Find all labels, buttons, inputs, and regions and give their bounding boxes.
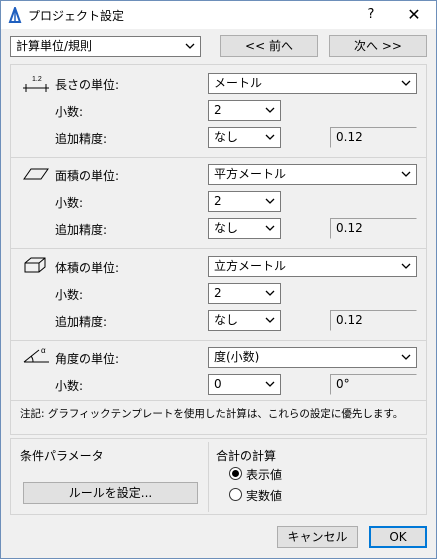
section-select[interactable]: 計算単位/規則 xyxy=(10,36,201,57)
area-extra-precision-select[interactable]: なし xyxy=(208,218,281,239)
volume-unit-label: 体積の単位: xyxy=(55,261,120,275)
section-select-value: 計算単位/規則 xyxy=(16,39,93,53)
length-extra-precision-value: なし xyxy=(214,130,239,144)
totals-label: 合計の計算 xyxy=(216,449,277,463)
divider xyxy=(11,340,426,341)
length-icon-text: 1.2 xyxy=(32,76,42,83)
length-extra-precision-select[interactable]: なし xyxy=(208,127,281,148)
length-unit-select[interactable]: メートル xyxy=(208,73,417,94)
chevron-down-icon xyxy=(265,198,275,204)
area-decimals-value: 2 xyxy=(214,194,222,208)
radio-display-value[interactable] xyxy=(229,467,242,480)
area-extra-precision-label: 追加精度: xyxy=(55,223,108,237)
chevron-down-icon xyxy=(265,107,275,113)
chevron-down-icon xyxy=(401,171,411,177)
volume-unit-select[interactable]: 立方メートル xyxy=(208,256,417,277)
volume-unit-icon xyxy=(24,257,46,273)
volume-decimals-select[interactable]: 2 xyxy=(208,283,281,304)
chevron-down-icon xyxy=(265,381,275,387)
ok-button[interactable]: OK xyxy=(369,526,427,548)
length-decimals-label: 小数: xyxy=(55,105,84,119)
radio-actual-value[interactable] xyxy=(229,488,242,501)
title-bar: プロジェクト設定 ? ✕ xyxy=(1,1,436,29)
volume-extra-precision-select[interactable]: なし xyxy=(208,310,281,331)
vertical-divider xyxy=(208,442,209,512)
close-button[interactable]: ✕ xyxy=(399,3,429,27)
area-unit-label: 面積の単位: xyxy=(55,169,120,183)
volume-extra-precision-label: 追加精度: xyxy=(55,315,108,329)
area-unit-icon xyxy=(23,168,49,180)
volume-extra-precision-value: なし xyxy=(214,313,239,327)
angle-preview: 0° xyxy=(330,374,417,395)
area-decimals-label: 小数: xyxy=(55,196,84,210)
area-unit-value: 平方メートル xyxy=(214,167,287,181)
area-unit-select[interactable]: 平方メートル xyxy=(208,164,417,185)
length-decimals-value: 2 xyxy=(214,103,222,117)
volume-decimals-label: 小数: xyxy=(55,288,84,302)
chevron-down-icon xyxy=(401,354,411,360)
area-preview: 0.12 xyxy=(330,218,417,239)
dialog-window: プロジェクト設定 ? ✕ 計算単位/規則 << 前へ 次へ >> 1.2 長さの… xyxy=(0,0,437,559)
next-button[interactable]: 次へ >> xyxy=(329,35,427,57)
divider xyxy=(11,157,426,158)
chevron-down-icon xyxy=(185,43,195,49)
note-text: 注記: グラフィックテンプレートを使用した計算は、これらの設定に優先します。 xyxy=(20,408,404,420)
window-title: プロジェクト設定 xyxy=(28,9,125,23)
chevron-down-icon xyxy=(401,80,411,86)
volume-decimals-value: 2 xyxy=(214,286,222,300)
angle-decimals-value: 0 xyxy=(214,377,222,391)
volume-preview: 0.12 xyxy=(330,310,417,331)
radio-actual-value-label[interactable]: 実数値 xyxy=(246,487,282,504)
divider xyxy=(11,248,426,249)
length-extra-precision-label: 追加精度: xyxy=(55,132,108,146)
divider xyxy=(11,400,426,401)
angle-decimals-select[interactable]: 0 xyxy=(208,374,281,395)
chevron-down-icon xyxy=(265,317,275,323)
prev-button[interactable]: << 前へ xyxy=(220,35,318,57)
angle-unit-value: 度(小数) xyxy=(214,350,260,364)
chevron-down-icon xyxy=(265,290,275,296)
angle-unit-icon: α xyxy=(23,346,49,363)
chevron-down-icon xyxy=(265,134,275,140)
archicad-app-icon xyxy=(8,7,22,23)
length-preview: 0.12 xyxy=(330,127,417,148)
chevron-down-icon xyxy=(265,225,275,231)
area-decimals-select[interactable]: 2 xyxy=(208,191,281,212)
conditions-label: 条件パラメータ xyxy=(20,449,104,463)
length-unit-value: メートル xyxy=(214,76,263,90)
angle-icon-text: α xyxy=(41,346,46,355)
length-decimals-select[interactable]: 2 xyxy=(208,100,281,121)
angle-unit-select[interactable]: 度(小数) xyxy=(208,347,417,368)
angle-unit-label: 角度の単位: xyxy=(55,352,120,366)
chevron-down-icon xyxy=(401,263,411,269)
radio-display-value-label[interactable]: 表示値 xyxy=(246,466,282,483)
length-unit-label: 長さの単位: xyxy=(55,78,120,92)
angle-decimals-label: 小数: xyxy=(55,379,84,393)
cancel-button[interactable]: キャンセル xyxy=(277,526,358,548)
area-extra-precision-value: なし xyxy=(214,221,239,235)
volume-unit-value: 立方メートル xyxy=(214,259,287,273)
help-button[interactable]: ? xyxy=(356,3,386,27)
length-unit-icon: 1.2 xyxy=(23,76,49,92)
set-rules-button[interactable]: ルールを設定... xyxy=(23,482,198,504)
